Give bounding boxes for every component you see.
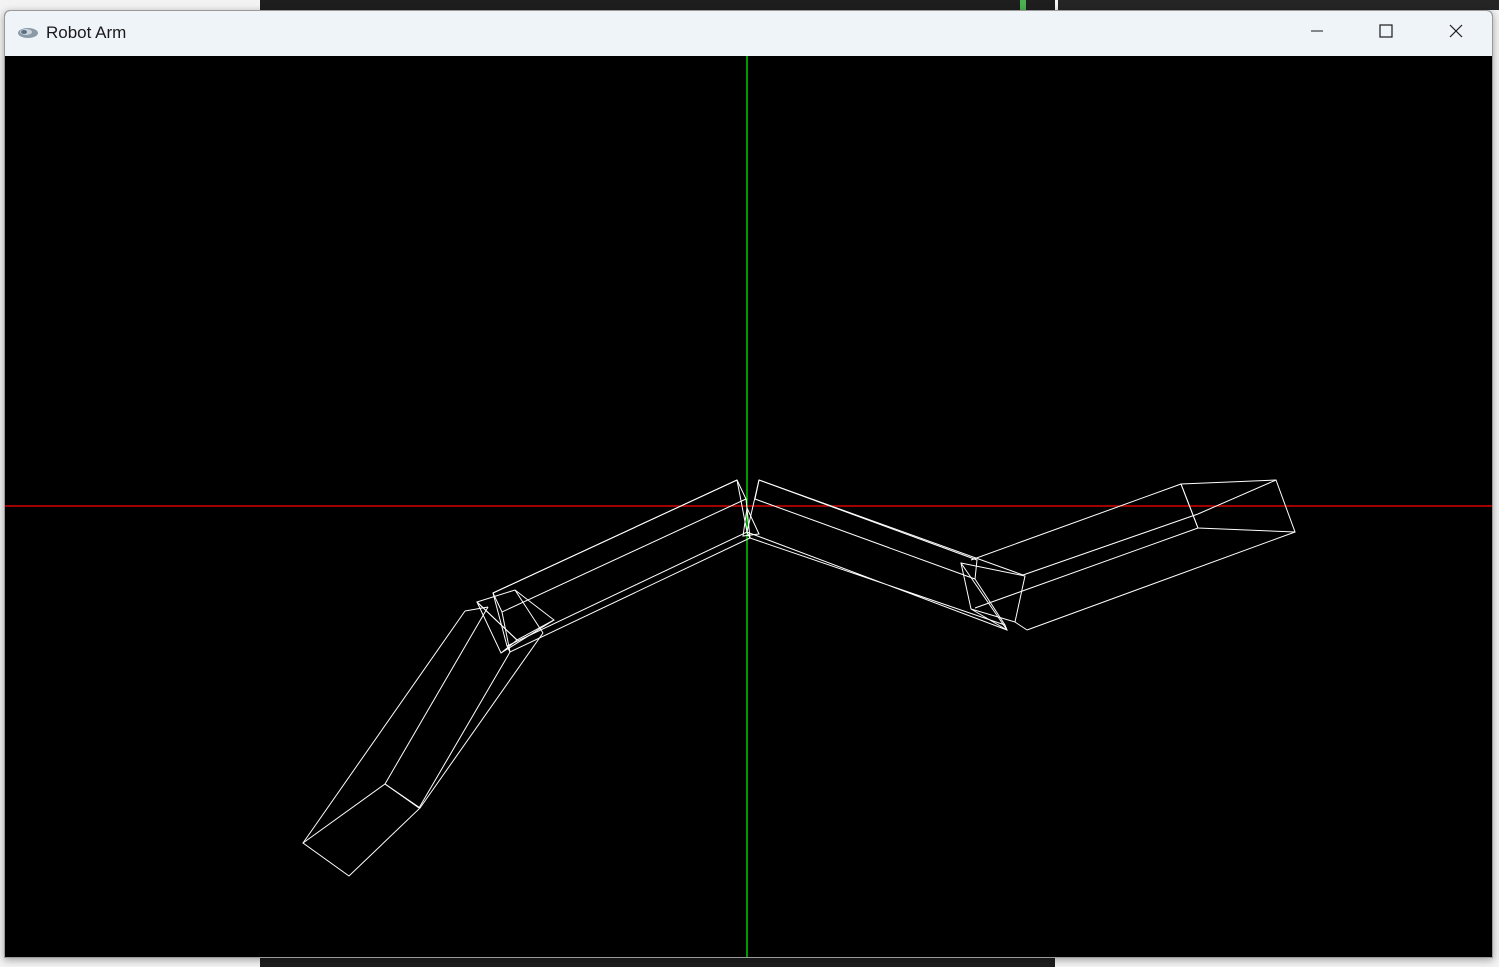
maximize-icon [1378,23,1394,44]
left-lower-arm-segment [302,606,544,844]
left-elbow-joint [476,589,555,654]
maximize-button[interactable] [1351,11,1421,56]
scene-svg [5,56,1492,957]
close-icon [1448,23,1464,44]
robot-arm-window: Robot Arm [4,10,1493,958]
opengl-viewport[interactable] [5,56,1492,957]
background-scroll-indicator [1020,0,1026,10]
base-joint [742,506,760,537]
minimize-button[interactable] [1282,11,1352,56]
title-bar[interactable]: Robot Arm [5,11,1492,56]
minimize-icon [1309,23,1325,44]
app-icon [17,25,39,41]
right-upper-arm-segment [745,479,1024,631]
window-title: Robot Arm [46,23,127,42]
left-end-effector [302,783,421,877]
robot-arm-wireframe [302,479,1296,877]
close-button[interactable] [1421,11,1491,56]
background-side-panel [1058,0,1499,10]
